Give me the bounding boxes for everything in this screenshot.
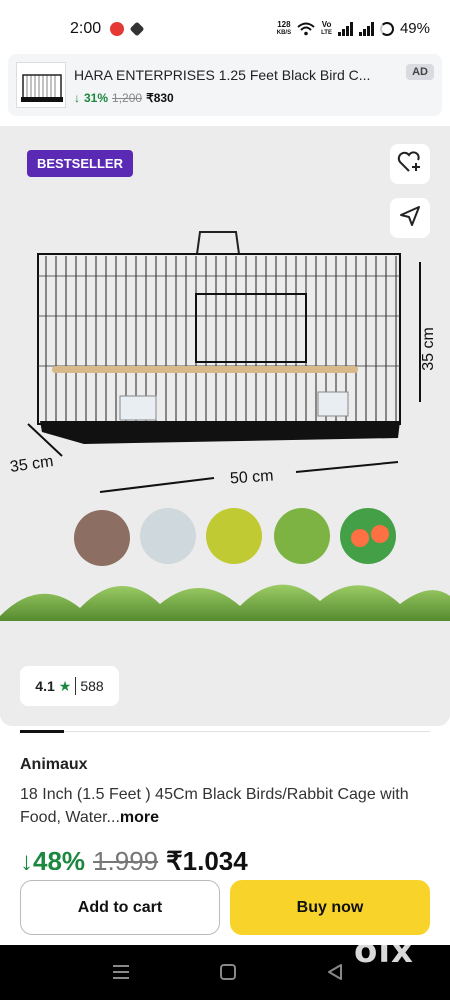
bestseller-badge: BESTSELLER <box>27 150 133 177</box>
rating-value: 4.1 <box>35 678 55 694</box>
volte-indicator: Vo LTE <box>321 19 332 37</box>
read-more-link[interactable]: more <box>120 809 159 826</box>
rating-summary[interactable]: 4.1 ★ 588 <box>20 666 119 706</box>
menu-nav-icon[interactable] <box>111 963 131 981</box>
lte-label: LTE <box>321 29 332 36</box>
back-nav-icon[interactable] <box>325 963 345 981</box>
carousel-active-segment <box>20 730 64 733</box>
ad-thumbnail <box>16 62 66 108</box>
product-title-text: 18 Inch (1.5 Feet ) 45Cm Black Birds/Rab… <box>20 786 409 826</box>
system-navigation-bar: olx <box>0 931 450 1000</box>
home-nav-icon[interactable] <box>218 963 238 981</box>
product-photo <box>0 231 450 621</box>
add-to-cart-button[interactable]: Add to cart <box>20 880 220 935</box>
ad-discount: 31% <box>84 91 109 105</box>
ad-price: ₹830 <box>146 91 174 105</box>
image-carousel-indicator <box>20 730 430 733</box>
app-notification-icon-2 <box>129 21 145 37</box>
product-title: 18 Inch (1.5 Feet ) 45Cm Black Birds/Rab… <box>20 783 430 829</box>
status-bar: 2:00 128 KB/S Vo LTE 49% <box>0 0 450 54</box>
status-app-icons <box>110 21 145 37</box>
status-indicators: 128 KB/S Vo LTE 49% <box>277 20 430 37</box>
brand-name[interactable]: Animaux <box>20 756 88 774</box>
wifi-icon <box>297 22 315 36</box>
heart-plus-icon <box>397 150 423 179</box>
sponsored-ad-banner[interactable]: HARA ENTERPRISES 1.25 Feet Black Bird C.… <box>8 54 442 116</box>
ad-prices: ↓ 31% 1,200 ₹830 <box>74 91 174 105</box>
ad-title: HARA ENTERPRISES 1.25 Feet Black Bird C.… <box>74 67 371 83</box>
signal-icon-2 <box>358 21 374 36</box>
rating-divider <box>75 677 77 695</box>
star-icon: ★ <box>58 677 72 694</box>
dimension-height-label: 35 cm <box>420 327 437 371</box>
status-time: 2:00 <box>70 20 102 37</box>
volte-label: Vo <box>321 19 332 29</box>
network-speed-value: 128 <box>277 19 291 29</box>
network-speed-unit: KB/S <box>276 29 292 36</box>
dimension-width-label: 50 cm <box>229 467 275 488</box>
ad-label: AD <box>406 64 434 80</box>
buy-now-button[interactable]: Buy now <box>230 880 430 935</box>
wishlist-button[interactable] <box>390 144 430 184</box>
network-speed: 128 KB/S <box>276 19 292 37</box>
battery-level: 49% <box>399 20 430 37</box>
signal-icon <box>337 21 353 36</box>
battery-icon <box>379 21 394 36</box>
olx-watermark: olx <box>354 931 414 971</box>
rating-count: 588 <box>80 678 104 694</box>
carousel-track <box>64 731 430 732</box>
ad-discount-arrow-icon: ↓ <box>74 91 80 105</box>
ad-mrp: 1,200 <box>112 91 143 105</box>
product-image-gallery[interactable]: BESTSELLER 35 cm 35 cm 50 cm 4.1 ★ 588 <box>0 126 450 726</box>
app-notification-icon <box>110 22 124 36</box>
